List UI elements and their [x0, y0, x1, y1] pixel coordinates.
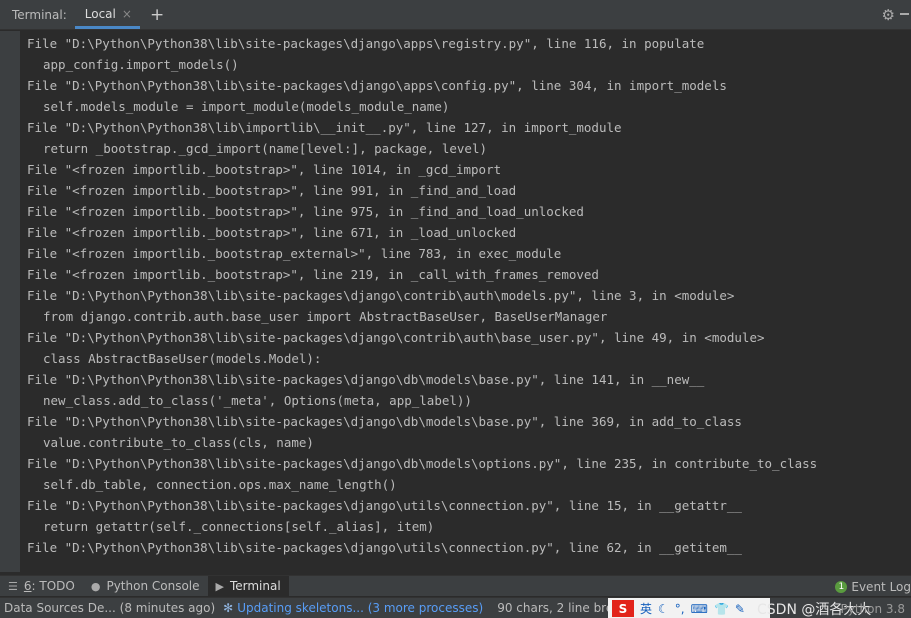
event-log-button[interactable]: 1 Event Log: [835, 576, 911, 597]
background-tasks-link[interactable]: Updating skeletons... (3 more processes): [237, 601, 483, 615]
sogou-ime-icon[interactable]: S: [612, 600, 634, 617]
terminal-line: self.db_table, connection.ops.max_name_l…: [43, 477, 397, 492]
selection-info[interactable]: 90 chars, 2 line brea: [497, 601, 620, 615]
spinner-icon: ✻: [223, 601, 234, 615]
terminal-line: new_class.add_to_class('_meta', Options(…: [43, 393, 472, 408]
terminal-title: Terminal:: [12, 7, 67, 22]
event-log-label: Event Log: [851, 579, 911, 594]
terminal-line: File "<frozen importlib._bootstrap_exter…: [27, 246, 562, 261]
gear-icon[interactable]: ⚙: [882, 6, 895, 24]
keyboard-icon[interactable]: ⌨: [691, 602, 708, 616]
terminal-line: File "D:\Python\Python38\lib\site-packag…: [27, 36, 705, 51]
terminal-line: return _bootstrap._gcd_import(name[level…: [43, 141, 488, 156]
terminal-line: File "D:\Python\Python38\lib\site-packag…: [27, 78, 727, 93]
terminal-icon: ▶: [215, 579, 224, 593]
tools-icon[interactable]: ✎: [735, 602, 745, 616]
terminal-tool-button[interactable]: ▶ Terminal: [207, 575, 289, 597]
todo-number: 6: [23, 579, 32, 593]
terminal-line: File "<frozen importlib._bootstrap>", li…: [27, 267, 599, 282]
tab-local[interactable]: Local ×: [74, 2, 140, 29]
terminal-line: File "D:\Python\Python38\lib\site-packag…: [27, 330, 765, 345]
status-bar: Data Sources De... (8 minutes ago) ✻ Upd…: [0, 597, 911, 618]
tool-window-bar: ☰ 6: TODO ● Python Console ▶ Terminal 1 …: [0, 575, 911, 597]
terminal-line: File "D:\Python\Python38\lib\site-packag…: [27, 540, 742, 555]
status-message[interactable]: Data Sources De... (8 minutes ago): [0, 601, 215, 615]
event-count-badge: 1: [835, 580, 848, 593]
terminal-line: File "<frozen importlib._bootstrap>", li…: [27, 162, 502, 177]
python-console-label: Python Console: [106, 579, 200, 593]
terminal-line: File "D:\Python\Python38\lib\site-packag…: [27, 372, 705, 387]
terminal-line: File "D:\Python\Python38\lib\site-packag…: [27, 456, 818, 471]
terminal-line: File "D:\Python\Python38\lib\site-packag…: [27, 288, 735, 303]
terminal-line: File "D:\Python\Python38\lib\importlib\_…: [27, 120, 622, 135]
terminal-line: app_config.import_models(): [43, 57, 239, 72]
terminal-line: File "<frozen importlib._bootstrap>", li…: [27, 204, 584, 219]
left-tool-stripe: [0, 31, 20, 572]
terminal-line: File "D:\Python\Python38\lib\site-packag…: [27, 498, 742, 513]
python-interpreter[interactable]: Python 3.8: [841, 598, 906, 618]
shirt-icon[interactable]: 👕: [714, 602, 729, 616]
ime-language-toggle[interactable]: 英: [640, 600, 652, 617]
terminal-line: File "<frozen importlib._bootstrap>", li…: [27, 183, 517, 198]
terminal-line: self.models_module = import_module(model…: [43, 99, 450, 114]
todo-tool-button[interactable]: ☰ 6: TODO: [0, 576, 83, 597]
terminal-line: from django.contrib.auth.base_user impor…: [43, 309, 608, 324]
python-icon: ●: [90, 579, 101, 593]
terminal-line: class AbstractBaseUser(models.Model):: [43, 351, 322, 366]
list-icon: ☰: [8, 579, 18, 593]
python-console-tool-button[interactable]: ● Python Console: [83, 576, 208, 597]
terminal-label: Terminal: [229, 579, 281, 593]
status-time-ago: (8 minutes ago): [119, 601, 216, 615]
terminal-header: Terminal: Local × + ⚙: [0, 0, 911, 30]
tab-local-label: Local: [84, 7, 116, 21]
todo-label: : TODO: [31, 579, 75, 593]
ime-toolbar: S 英 ☾ °, ⌨ 👕 ✎: [608, 598, 770, 618]
moon-icon[interactable]: ☾: [658, 602, 669, 616]
terminal-line: return getattr(self._connections[self._a…: [43, 519, 435, 534]
close-tab-icon[interactable]: ×: [122, 7, 132, 21]
terminal-line: File "D:\Python\Python38\lib\site-packag…: [27, 414, 742, 429]
terminal-line: value.contribute_to_class(cls, name): [43, 435, 314, 450]
terminal-output[interactable]: File "D:\Python\Python38\lib\site-packag…: [27, 33, 907, 570]
status-fragment: Data Sources De...: [4, 601, 116, 615]
terminal-line: File "<frozen importlib._bootstrap>", li…: [27, 225, 517, 240]
punctuation-icon[interactable]: °,: [675, 602, 685, 616]
new-tab-button[interactable]: +: [140, 0, 174, 29]
minimize-icon[interactable]: [900, 13, 909, 15]
